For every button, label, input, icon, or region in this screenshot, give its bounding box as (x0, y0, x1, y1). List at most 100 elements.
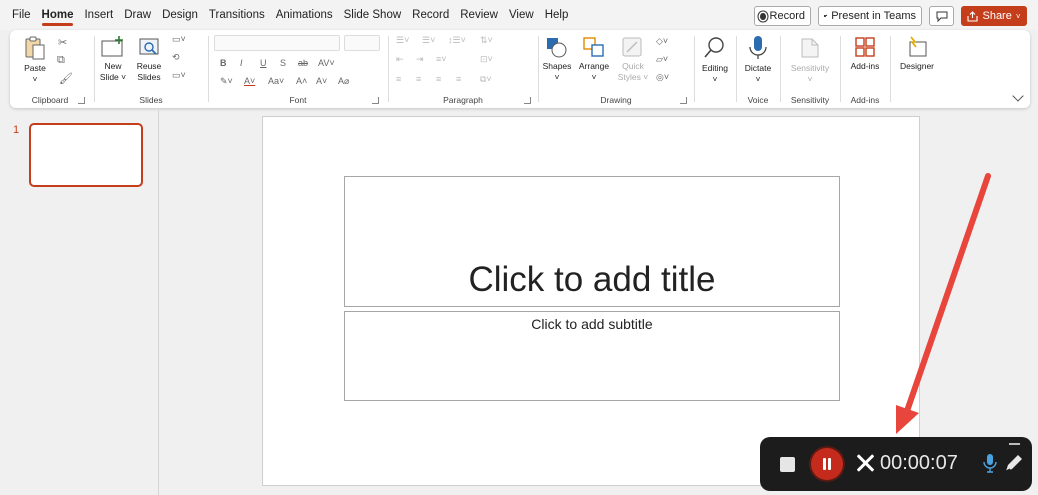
record-button[interactable]: Record (754, 6, 811, 26)
tab-view[interactable]: View (509, 9, 534, 21)
editing-button[interactable]: Editing ˅ (698, 35, 732, 85)
stop-recording-button[interactable] (780, 457, 795, 472)
font-size-combo[interactable] (344, 35, 380, 51)
paragraph-launcher-icon[interactable] (524, 97, 531, 104)
bold-button[interactable]: B (220, 58, 227, 68)
clipboard-launcher-icon[interactable] (78, 97, 85, 104)
addins-button-label: Add-ins (850, 61, 880, 71)
decrease-font-button[interactable]: A˅ (316, 76, 327, 86)
font-color-icon[interactable]: A˅ (244, 76, 255, 86)
align-center-icon[interactable]: ≡ (416, 74, 421, 84)
justify-icon[interactable]: ≡ (456, 74, 461, 84)
layout-icon[interactable]: ▭˅ (172, 34, 186, 45)
quick-styles-button[interactable]: Quick Styles ˅ (616, 35, 650, 83)
close-recording-button[interactable] (855, 453, 875, 473)
clear-formatting-icon[interactable]: A⌀ (338, 76, 349, 87)
subtitle-placeholder[interactable]: Click to add subtitle (344, 311, 840, 401)
arrange-chevron-icon: ˅ (591, 72, 597, 82)
sensitivity-icon (801, 38, 819, 58)
share-button[interactable]: Share ˅ (961, 6, 1027, 26)
strikethrough-icon[interactable]: ab (298, 58, 308, 68)
shape-outline-icon[interactable]: ▱˅ (656, 54, 668, 65)
increase-indent-icon[interactable]: ⇥ (416, 54, 424, 65)
addins-button[interactable]: Add-ins (844, 35, 886, 72)
underline-button[interactable]: U (260, 58, 267, 68)
slide-canvas[interactable]: Click to add title Click to add subtitle (262, 116, 920, 486)
paste-chevron-icon: ˅ (32, 74, 38, 84)
designer-button[interactable]: Designer (894, 35, 940, 72)
shapes-icon (547, 38, 567, 58)
present-in-teams-label: Present in Teams (831, 10, 916, 22)
microphone-icon[interactable] (982, 452, 998, 476)
share-chevron-icon: ˅ (1015, 11, 1021, 21)
tab-design[interactable]: Design (162, 9, 198, 21)
change-case-button[interactable]: Aa˅ (268, 76, 284, 86)
line-spacing-icon[interactable]: ↕☰˅ (448, 35, 466, 46)
tab-transitions[interactable]: Transitions (209, 9, 265, 21)
reuse-slides-label-1: Reuse (136, 61, 162, 71)
copy-icon[interactable]: ⧉ (57, 54, 65, 67)
divider (780, 36, 781, 102)
arrange-label: Arrange (578, 61, 610, 71)
tab-slide-show[interactable]: Slide Show (344, 9, 402, 21)
smartart-icon[interactable]: ⧉˅ (480, 74, 492, 85)
reuse-slides-label-2: Slides (137, 72, 161, 82)
reuse-slides-button[interactable]: Reuse Slides (134, 35, 164, 83)
pause-recording-button[interactable] (811, 448, 843, 480)
dictate-button[interactable]: Dictate ˅ (740, 35, 776, 85)
align-right-icon[interactable]: ≡ (436, 74, 441, 84)
share-button-label: Share (982, 10, 1012, 22)
slides-group-label: Slides (139, 95, 163, 105)
tab-review[interactable]: Review (460, 9, 498, 21)
tab-help[interactable]: Help (545, 9, 569, 21)
tab-record[interactable]: Record (412, 9, 449, 21)
drawing-group-label: Drawing (600, 95, 632, 105)
addins-icon (855, 37, 875, 57)
bullets-icon[interactable]: ☰˅ (396, 35, 409, 46)
new-slide-button[interactable]: New Slide ˅ (98, 35, 128, 83)
tab-file[interactable]: File (12, 9, 31, 21)
text-direction-icon[interactable]: ⇅˅ (480, 35, 493, 46)
tab-animations[interactable]: Animations (276, 9, 333, 21)
highlight-icon[interactable]: ✎˅ (220, 76, 233, 87)
shadow-button[interactable]: S (280, 58, 286, 68)
increase-font-button[interactable]: A˄ (296, 76, 307, 86)
paste-button[interactable]: Paste ˅ (20, 35, 50, 85)
designer-group: Designer (892, 30, 942, 108)
pen-icon[interactable] (1003, 453, 1023, 475)
voice-group-label: Voice (747, 95, 769, 105)
shapes-label: Shapes (542, 61, 572, 71)
arrange-button[interactable]: Arrange ˅ (576, 35, 612, 83)
section-icon[interactable]: ▭˅ (172, 70, 186, 81)
shapes-button[interactable]: Shapes ˅ (540, 35, 574, 83)
tab-insert[interactable]: Insert (84, 9, 113, 21)
shape-effects-icon[interactable]: ◎˅ (656, 72, 669, 83)
drawing-launcher-icon[interactable] (680, 97, 687, 104)
present-in-teams-button[interactable]: Present in Teams (818, 6, 922, 26)
columns-icon[interactable]: ≡˅ (436, 54, 447, 64)
ribbon-collapse-chevron-icon[interactable] (1012, 90, 1024, 102)
format-painter-icon[interactable]: 🖌 (59, 72, 73, 85)
font-launcher-icon[interactable] (372, 97, 379, 104)
cut-icon[interactable]: ✂ (58, 36, 67, 49)
minimize-icon[interactable] (1009, 443, 1020, 445)
numbering-icon[interactable]: ☰˅ (422, 35, 435, 46)
tab-home[interactable]: Home (41, 9, 73, 26)
new-slide-label-2: Slide ˅ (99, 72, 127, 82)
pane-divider[interactable] (158, 110, 159, 495)
tab-draw[interactable]: Draw (124, 9, 151, 21)
char-spacing-icon[interactable]: AV˅ (318, 58, 335, 68)
sensitivity-button[interactable]: Sensitivity ˅ (784, 35, 836, 85)
font-name-combo[interactable] (214, 35, 340, 51)
italic-button[interactable]: I (240, 58, 243, 68)
comments-button[interactable] (929, 6, 954, 26)
reset-icon[interactable]: ⟲ (172, 52, 180, 63)
align-left-icon[interactable]: ≡ (396, 74, 401, 84)
editing-group: Editing ˅ (696, 30, 734, 108)
shape-fill-icon[interactable]: ◇˅ (656, 36, 668, 47)
slide-thumbnail[interactable] (29, 123, 143, 187)
decrease-indent-icon[interactable]: ⇤ (396, 54, 404, 65)
align-text-icon[interactable]: ⊡˅ (480, 54, 493, 65)
quick-styles-label-1: Quick (622, 61, 644, 71)
title-placeholder[interactable]: Click to add title (344, 176, 840, 307)
